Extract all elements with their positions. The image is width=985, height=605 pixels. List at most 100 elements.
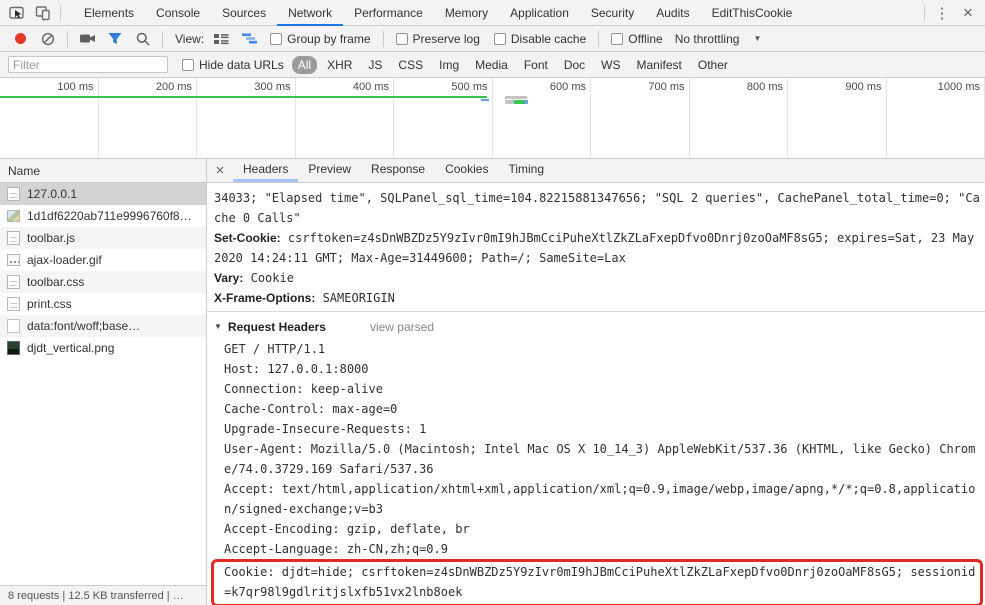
capture-screenshots-icon[interactable] [74, 26, 100, 51]
panel-tab[interactable]: Audits [645, 0, 700, 26]
section-divider [207, 311, 985, 312]
request-row[interactable]: djdt_vertical.png [0, 337, 206, 359]
resource-type-filter[interactable]: WS [595, 56, 626, 74]
timeline-tick: 100 ms [0, 78, 99, 158]
header-name: Set-Cookie: [214, 231, 281, 245]
resource-type-filter[interactable]: Font [518, 56, 554, 74]
clear-icon[interactable] [35, 26, 61, 51]
disable-cache-checkbox[interactable]: Disable cache [493, 31, 587, 46]
detail-tab[interactable]: Timing [498, 158, 554, 182]
panel-tab[interactable]: Memory [434, 0, 499, 26]
preserve-log-checkbox[interactable]: Preserve log [395, 31, 480, 46]
panel-tab[interactable]: Security [580, 0, 645, 26]
device-toolbar-icon[interactable] [30, 0, 56, 25]
resource-type-filter[interactable]: Doc [558, 56, 591, 74]
more-options-icon[interactable]: ⋮ [929, 0, 955, 25]
panel-tab[interactable]: Console [145, 0, 211, 26]
inspect-element-icon[interactable] [4, 0, 30, 25]
disclosure-triangle-icon[interactable]: ▼ [214, 317, 222, 337]
name-column-header[interactable]: Name [0, 159, 206, 183]
file-type-icon [7, 319, 20, 333]
view-parsed-link[interactable]: view parsed [370, 317, 434, 337]
show-overview-icon[interactable] [236, 26, 262, 51]
hide-data-urls-checkbox[interactable]: Hide data URLs [182, 58, 284, 72]
cookie-highlight-box: Cookie: djdt=hide; csrftoken=z4sDnWBZDz5… [211, 559, 983, 605]
response-header: X-Frame-Options: SAMEORIGIN [214, 288, 981, 308]
panel-tab[interactable]: Performance [343, 0, 434, 26]
divider [162, 30, 163, 47]
request-row[interactable]: data:font/woff;base… [0, 315, 206, 337]
requests-sidebar: Name 127.0.0.1 1d1df6220ab711e9996760f8…… [0, 159, 207, 605]
disable-cache-label: Disable cache [510, 31, 587, 46]
timeline-tick: 200 ms [99, 78, 197, 158]
panel-tab[interactable]: EditThisCookie [701, 0, 804, 26]
request-summary: 8 requests | 12.5 KB transferred | … [8, 589, 184, 602]
throttling-dropdown[interactable]: No throttling ▼ [675, 32, 762, 46]
resource-type-filter[interactable]: Media [469, 56, 514, 74]
search-icon[interactable] [130, 26, 156, 51]
request-name: djdt_vertical.png [27, 341, 115, 355]
network-overview-timeline[interactable]: 100 ms 200 ms 300 ms 400 ms 500 ms 600 ms 700 … [0, 78, 985, 159]
large-request-rows-icon[interactable] [208, 26, 234, 51]
panel-tab[interactable]: Sources [211, 0, 277, 26]
request-row[interactable]: 1d1df6220ab711e9996760f8… [0, 205, 206, 227]
timeline-tick: 800 ms [690, 78, 788, 158]
request-row[interactable]: ajax-loader.gif [0, 249, 206, 271]
timeline-tick: 600 ms [493, 78, 591, 158]
request-name: 1d1df6220ab711e9996760f8… [27, 209, 192, 223]
detail-tab[interactable]: Preview [298, 158, 361, 182]
resource-type-filter[interactable]: Manifest [631, 56, 688, 74]
domcontentloaded-tick [481, 99, 489, 101]
record-network-log-button[interactable] [15, 33, 26, 44]
request-row[interactable]: toolbar.js [0, 227, 206, 249]
request-row[interactable]: 127.0.0.1 [0, 183, 206, 205]
resource-type-filter[interactable]: XHR [321, 56, 358, 74]
close-detail-icon[interactable]: × [207, 159, 233, 183]
detail-tab[interactable]: Response [361, 158, 435, 182]
request-detail-panel: × Headers Preview Response Cookies Timing 34… [207, 159, 985, 605]
headers-content: 34033; "Elapsed time", SQLPanel_sql_time… [207, 183, 985, 605]
close-devtools-icon[interactable]: × [955, 0, 981, 25]
checkbox [270, 32, 283, 45]
filter-input[interactable] [8, 56, 168, 73]
detail-tab[interactable]: Headers [233, 158, 299, 182]
throttling-value: No throttling [674, 31, 740, 46]
camera-icon [79, 34, 95, 43]
load-event-line [0, 96, 487, 98]
request-row[interactable]: print.css [0, 293, 206, 315]
panel-tab[interactable]: Network [277, 0, 344, 26]
timeline-tick: 900 ms [788, 78, 887, 158]
request-headers-title: Request Headers [227, 320, 326, 334]
view-label: View: [175, 31, 205, 46]
filter-funnel-icon [108, 33, 122, 44]
timeline-tick: 700 ms [591, 78, 690, 158]
resource-type-filter[interactable]: JS [362, 56, 388, 74]
response-header: Set-Cookie: csrftoken=z4sDnWBZDz5Y9zIvr0… [214, 228, 981, 268]
request-row[interactable]: toolbar.css [0, 271, 206, 293]
hide-data-urls-label: Hide data URLs [199, 57, 284, 72]
request-header-line: User-Agent: Mozilla/5.0 (Macintosh; Inte… [224, 442, 976, 476]
resource-type-filter[interactable]: Img [433, 56, 465, 74]
panel-tab[interactable]: Application [499, 0, 580, 26]
resource-type-filter[interactable]: All [291, 55, 318, 74]
group-by-frame-checkbox[interactable]: Group by frame [270, 32, 371, 46]
checkbox [611, 32, 624, 45]
timeline-tick: 300 ms [197, 78, 296, 158]
request-header-line: Accept-Language: zh-CN,zh;q=0.9 [224, 542, 448, 556]
panel-tab[interactable]: Elements [73, 0, 145, 26]
header-value: csrftoken=z4sDnWBZDz5Y9zIvr0mI9hJBmCciPu… [214, 231, 975, 265]
network-filter-bar: Hide data URLs AllXHRJSCSSImgMediaFontDo… [0, 52, 985, 78]
resource-type-filter[interactable]: CSS [392, 56, 429, 74]
status-bar: 8 requests | 12.5 KB transferred | … [0, 585, 206, 605]
offline-checkbox[interactable]: Offline [611, 31, 663, 46]
search-icon [136, 32, 150, 46]
filter-icon[interactable] [102, 26, 128, 51]
detail-tab[interactable]: Cookies [435, 158, 498, 182]
resource-type-filter[interactable]: Other [692, 56, 734, 74]
file-type-icon [7, 341, 20, 355]
offline-label: Offline [628, 31, 663, 46]
divider [67, 30, 68, 47]
preserve-log-label: Preserve log [412, 31, 480, 46]
request-header-line: Accept: text/html,application/xhtml+xml,… [224, 482, 976, 516]
list-view-icon [214, 33, 229, 44]
